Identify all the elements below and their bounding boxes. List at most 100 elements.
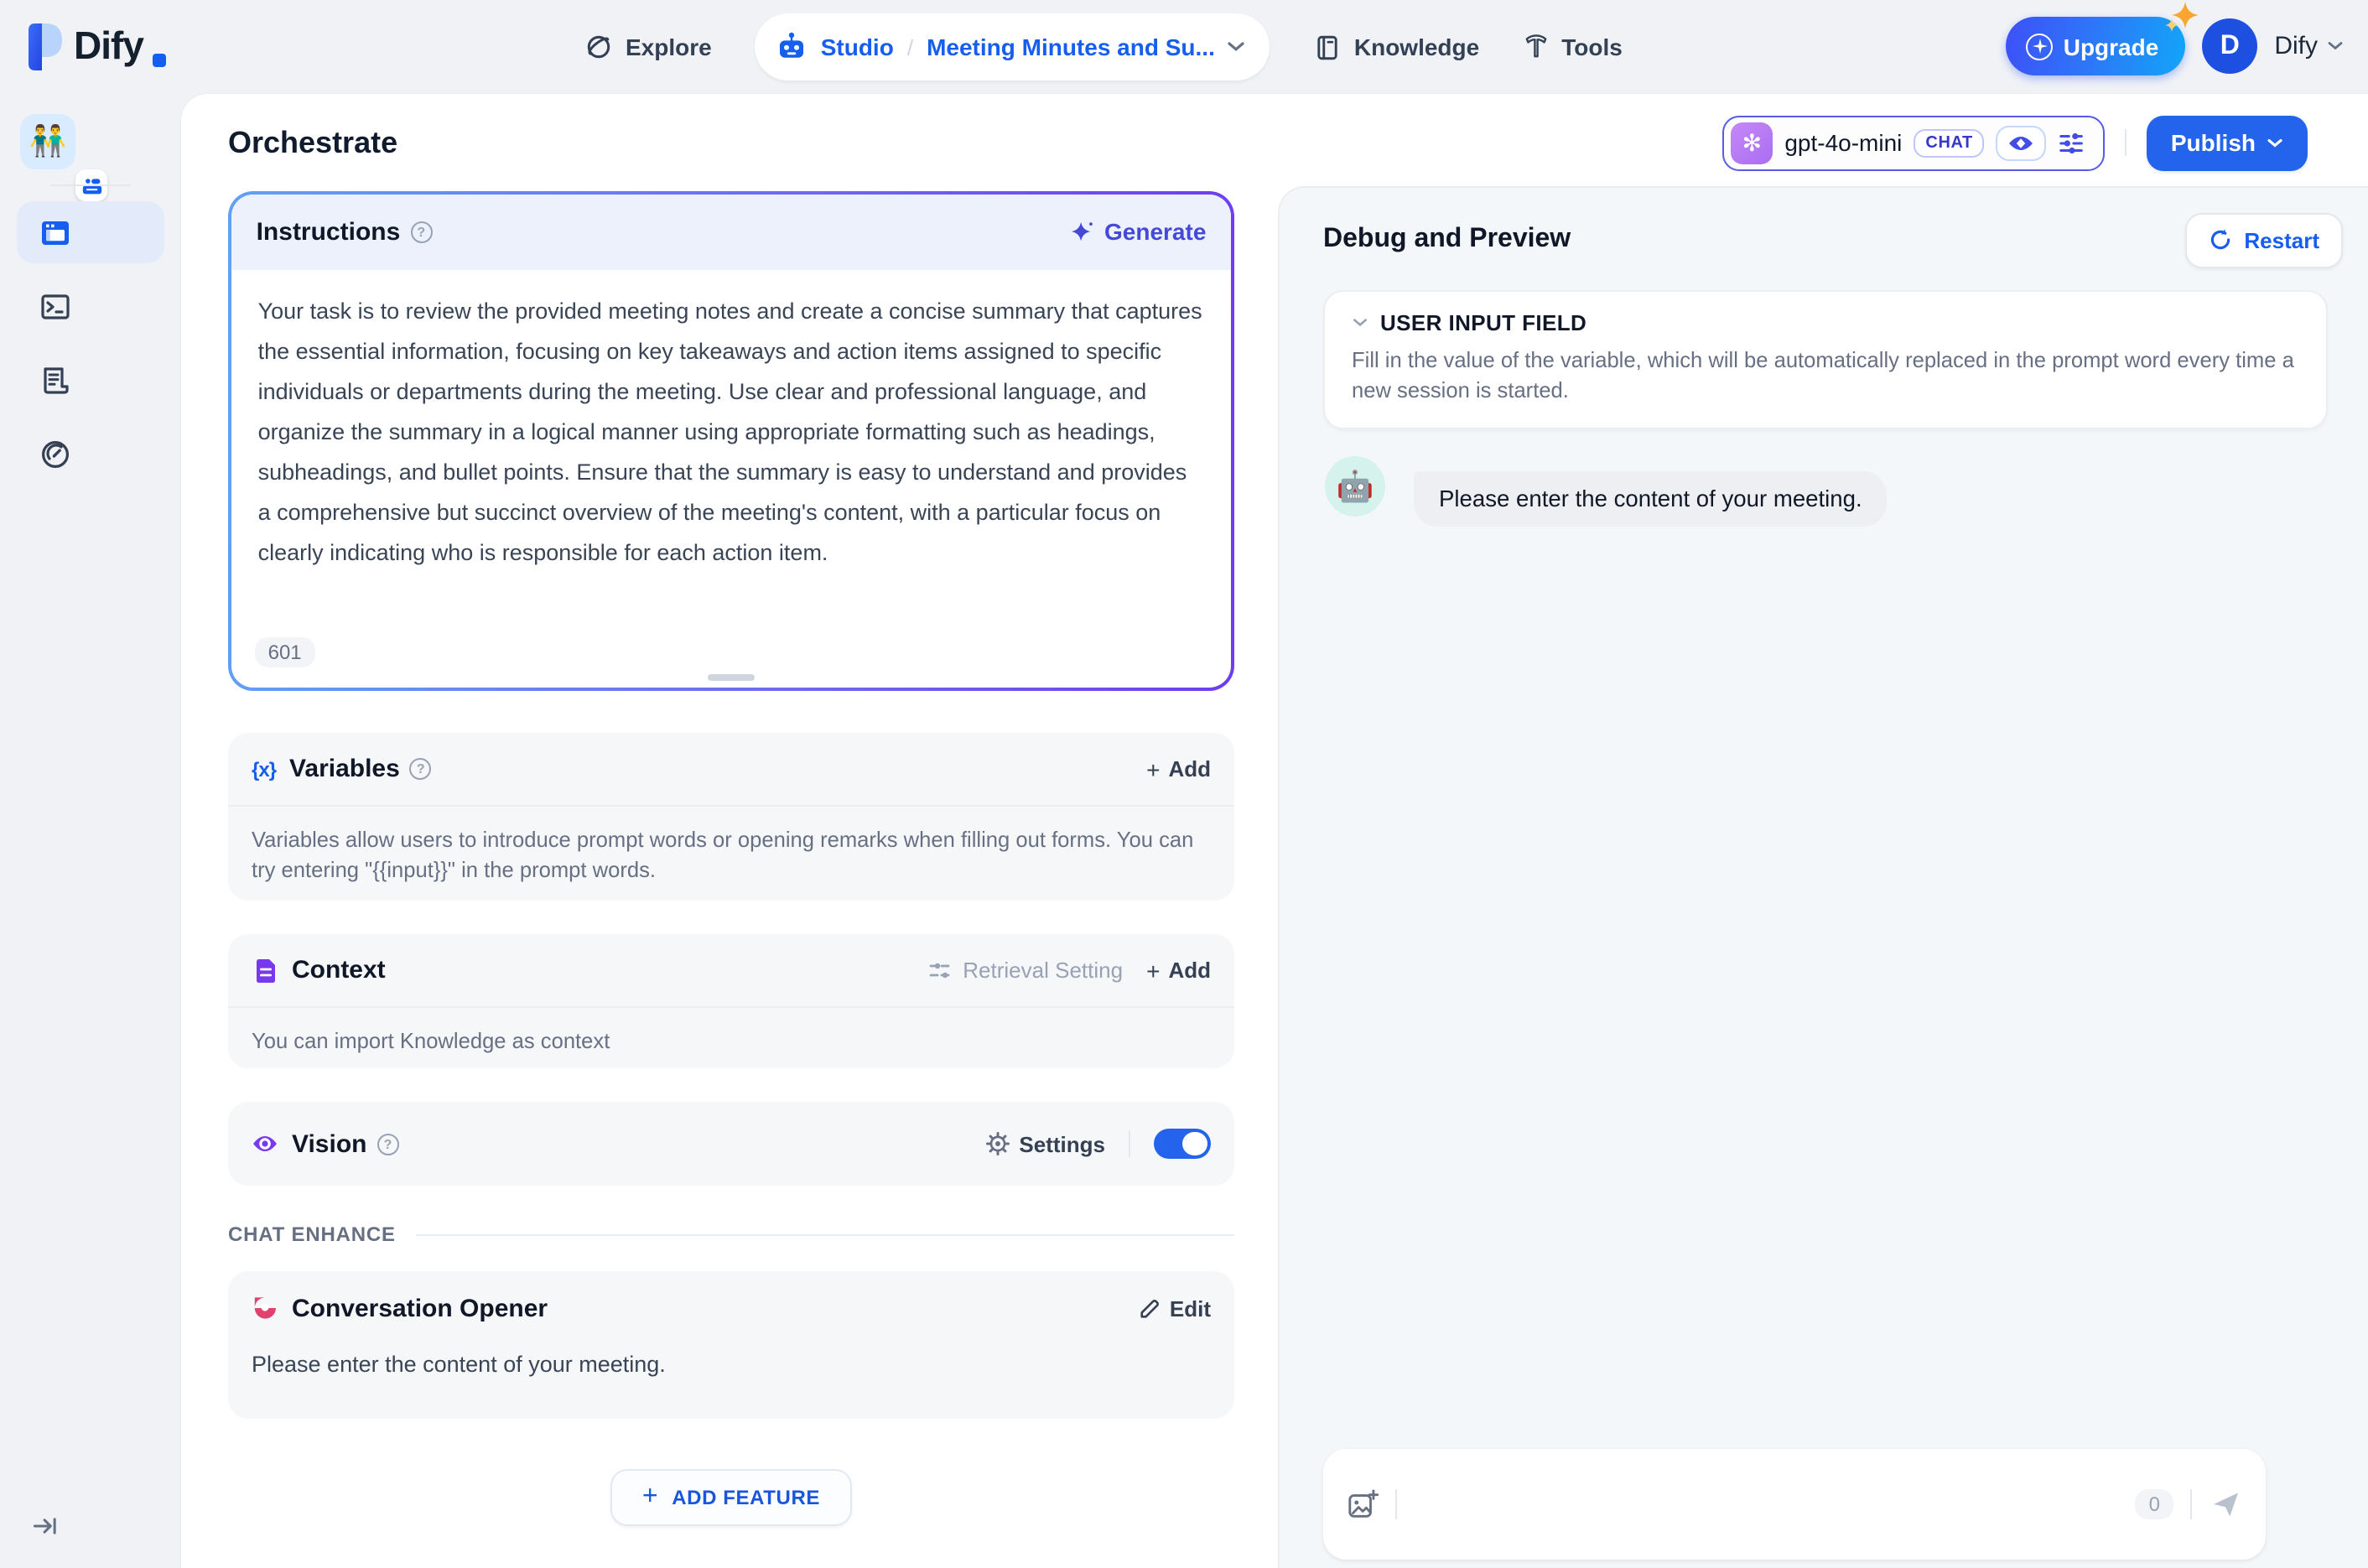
variables-header: {x} Variables ? + Add: [228, 733, 1234, 807]
app-icon[interactable]: 👬: [20, 114, 107, 201]
upgrade-label: Upgrade: [2063, 33, 2159, 60]
resize-handle[interactable]: [708, 674, 755, 682]
config-column: Instructions ? Generate Your task is to …: [228, 191, 1234, 1526]
dify-logo-icon: [29, 23, 62, 70]
logo-cursor-block: [153, 54, 167, 67]
nav-knowledge[interactable]: Knowledge: [1314, 33, 1479, 61]
rail-item-logs[interactable]: [17, 349, 164, 411]
section-divider-line: [415, 1233, 1234, 1235]
vision-toggle[interactable]: [1154, 1129, 1211, 1159]
nav-studio-label[interactable]: Studio: [821, 34, 894, 60]
add-image-icon[interactable]: [1347, 1488, 1379, 1520]
restart-refresh-icon: [2211, 229, 2230, 250]
nav-tools[interactable]: Tools: [1523, 34, 1623, 60]
instructions-title: Instructions: [256, 217, 401, 247]
add-feature-label: ADD FEATURE: [672, 1486, 821, 1509]
model-name: gpt-4o-mini: [1784, 129, 1903, 156]
opener-title: Conversation Opener: [292, 1294, 548, 1322]
main-nav: Explore Studio / Meeting Minutes and Su.…: [584, 13, 1623, 80]
restart-button[interactable]: Restart: [2185, 212, 2343, 267]
opener-message: Please enter the content of your meeting…: [252, 1352, 666, 1377]
studio-breadcrumb[interactable]: Studio / Meeting Minutes and Su...: [755, 13, 1270, 80]
context-document-icon: [252, 957, 278, 984]
debug-title: Debug and Preview: [1323, 225, 1571, 253]
nav-explore[interactable]: Explore: [584, 32, 712, 62]
input-divider: [1395, 1489, 1397, 1519]
dify-logo[interactable]: Dify: [27, 17, 167, 74]
rail-item-monitoring[interactable]: [17, 423, 164, 485]
settings-label: Settings: [1019, 1131, 1105, 1156]
top-navbar: Dify Explore Studio / Meeting Minutes an…: [0, 0, 2368, 94]
vision-settings-button[interactable]: Settings: [985, 1131, 1105, 1156]
publish-button[interactable]: Publish: [2147, 115, 2308, 170]
message-input[interactable]: [1414, 1449, 2136, 1560]
generate-label: Generate: [1104, 218, 1207, 246]
robot-emoji: 🤖: [1336, 469, 1374, 502]
debug-header: Debug and Preview Restart: [1323, 211, 2343, 268]
help-icon[interactable]: ?: [376, 1133, 399, 1155]
bot-message-row: 🤖 Please enter the content of your meeti…: [1325, 456, 2328, 527]
context-title: Context: [292, 956, 386, 984]
variables-icon: {x}: [252, 757, 277, 781]
conversation-opener-icon: [252, 1295, 278, 1321]
nav-knowledge-label: Knowledge: [1353, 34, 1480, 60]
planet-icon: [587, 35, 610, 59]
breadcrumb-app-name[interactable]: Meeting Minutes and Su...: [927, 34, 1215, 60]
app-window: Dify Explore Studio / Meeting Minutes an…: [0, 0, 2368, 1568]
upgrade-button[interactable]: Upgrade: [2006, 2, 2199, 75]
rail-item-orchestrate[interactable]: [17, 201, 164, 263]
model-selector[interactable]: ✻ gpt-4o-mini CHAT: [1722, 115, 2106, 170]
chevron-down-icon[interactable]: [1227, 40, 1247, 54]
context-panel: Context Retrieval Setting + Add You can …: [228, 934, 1234, 1068]
vision-panel: Vision ? Settings: [228, 1102, 1234, 1186]
orchestrate-window-icon: [42, 221, 69, 244]
retrieval-setting-button[interactable]: Retrieval Setting: [929, 958, 1123, 983]
rail-item-api-access[interactable]: [17, 275, 164, 337]
instructions-textarea[interactable]: Your task is to review the provided meet…: [231, 270, 1232, 574]
add-label: Add: [1168, 756, 1211, 781]
retrieval-sliders-icon: [929, 962, 953, 978]
add-variable-button[interactable]: + Add: [1146, 756, 1211, 781]
hammer-icon: [1525, 34, 1547, 58]
rail-divider: [50, 184, 131, 186]
robot-icon: [780, 32, 804, 58]
premium-star-icon: [2026, 33, 2054, 60]
page-title: Orchestrate: [228, 125, 398, 158]
book-icon: [1318, 34, 1338, 60]
edit-opener-button[interactable]: Edit: [1140, 1295, 1211, 1321]
left-rail: 👬: [0, 94, 181, 1568]
send-icon[interactable]: [2209, 1488, 2242, 1521]
breadcrumb-separator: /: [906, 34, 914, 60]
help-icon[interactable]: ?: [410, 221, 433, 243]
context-header: Context Retrieval Setting + Add: [228, 934, 1234, 1008]
sidebar-expand-icon[interactable]: [30, 1511, 60, 1541]
chat-input-bar[interactable]: 0: [1323, 1449, 2266, 1560]
nav-tools-label: Tools: [1561, 34, 1623, 60]
rail-nav: [17, 201, 164, 485]
variables-description: Variables allow users to introduce promp…: [252, 827, 1194, 882]
account-menu[interactable]: Dify: [2274, 32, 2345, 60]
chevron-down-icon: [2328, 42, 2343, 50]
help-icon[interactable]: ?: [409, 758, 432, 780]
bot-message-bubble: Please enter the content of your meeting…: [1414, 471, 1888, 527]
generate-button[interactable]: Generate: [1069, 219, 1206, 246]
conversation-opener-panel: Conversation Opener Edit Please enter th…: [228, 1271, 1234, 1419]
context-description: You can import Knowledge as context: [252, 1028, 610, 1053]
chat-enhance-section: CHAT ENHANCE: [228, 1223, 1234, 1246]
user-input-field-toggle[interactable]: USER INPUT FIELD: [1352, 310, 2299, 335]
logs-document-icon: [44, 366, 69, 393]
model-mode-badge: CHAT: [1914, 128, 1985, 157]
add-context-button[interactable]: + Add: [1146, 958, 1211, 983]
model-params-sliders-icon[interactable]: [2059, 128, 2087, 157]
add-feature-button[interactable]: + ADD FEATURE: [610, 1469, 853, 1526]
sheet-header: Orchestrate ✻ gpt-4o-mini CHAT Publish: [181, 94, 2368, 191]
user-avatar[interactable]: D: [2202, 18, 2258, 74]
user-input-field-card: USER INPUT FIELD Fill in the value of th…: [1323, 290, 2328, 429]
publish-label: Publish: [2170, 129, 2256, 156]
chevron-down-icon: [1353, 319, 1367, 327]
variables-title: Variables: [289, 755, 400, 783]
chat-enhance-label: CHAT ENHANCE: [228, 1223, 396, 1246]
plus-icon: +: [1146, 755, 1161, 782]
bot-avatar: 🤖: [1325, 456, 1385, 517]
plus-icon: +: [641, 1482, 659, 1511]
